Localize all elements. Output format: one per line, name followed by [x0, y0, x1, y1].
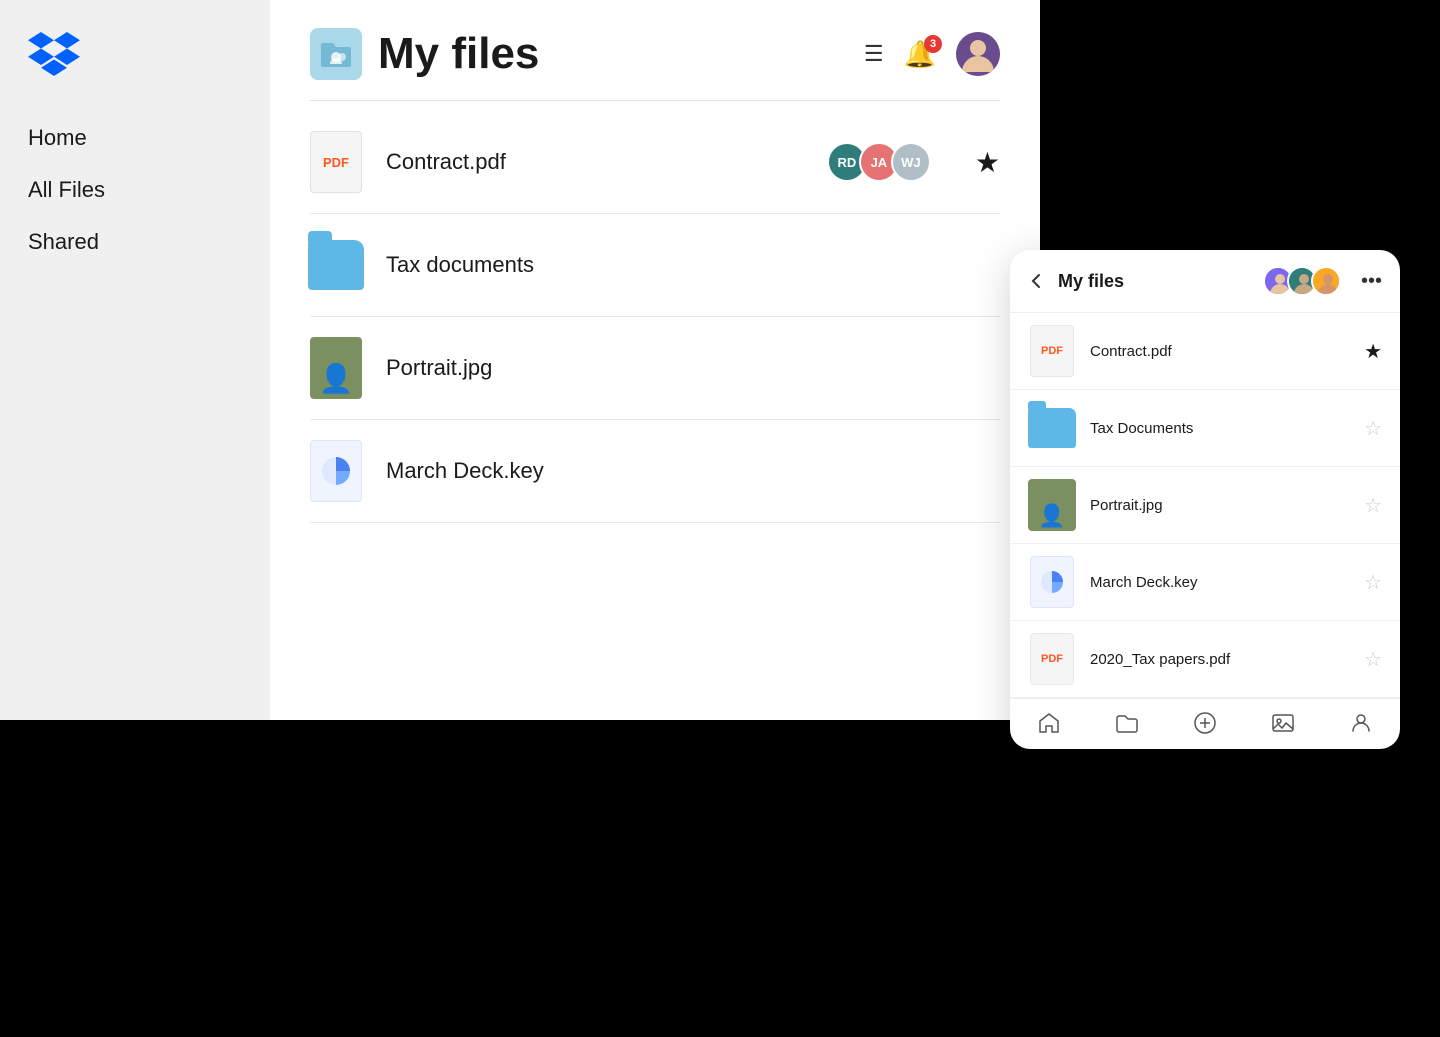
- file-name-contract: Contract.pdf: [386, 149, 803, 175]
- keynote-icon-box: [310, 440, 362, 502]
- panel-file-item-2020-tax[interactable]: PDF 2020_Tax papers.pdf ☆: [1010, 621, 1400, 698]
- file-icon-keynote: [310, 440, 362, 502]
- file-icon-folder: [310, 234, 362, 296]
- star-button-contract[interactable]: ★: [975, 146, 1000, 179]
- page-header: My files ☰ 🔔 3: [310, 0, 1000, 101]
- avatar-image: [956, 32, 1000, 76]
- file-list: PDF Contract.pdf RD JA WJ ★ Tax document…: [310, 111, 1000, 523]
- panel-back-button[interactable]: [1028, 272, 1046, 290]
- panel-header: My files: [1010, 250, 1400, 313]
- panel-file-icon-folder-tax: [1028, 404, 1076, 452]
- notification-badge: 3: [924, 35, 942, 53]
- panel-star-button-contract[interactable]: ★: [1364, 339, 1382, 364]
- portrait-thumbnail: [310, 337, 362, 399]
- panel-file-item-contract[interactable]: PDF Contract.pdf ★: [1010, 313, 1400, 390]
- panel-file-name-march-deck: March Deck.key: [1090, 574, 1350, 591]
- panel-file-name-2020-tax: 2020_Tax papers.pdf: [1090, 651, 1350, 668]
- sidebar-nav: Home All Files Shared: [28, 121, 242, 277]
- panel-star-button-2020-tax[interactable]: ☆: [1364, 647, 1382, 672]
- panel-file-name-portrait: Portrait.jpg: [1090, 497, 1350, 514]
- panel-file-name-tax: Tax Documents: [1090, 420, 1350, 437]
- panel-file-icon-keynote-march: [1028, 558, 1076, 606]
- panel-file-icon-pdf-2020-tax: PDF: [1028, 635, 1076, 683]
- sidebar: Home All Files Shared: [0, 0, 270, 720]
- panel-pdf-label-contract: PDF: [1041, 345, 1063, 357]
- shared-folder-svg: [319, 39, 353, 69]
- panel-bottom-nav: [1010, 698, 1400, 749]
- main-content: My files ☰ 🔔 3 PDF: [270, 0, 1040, 720]
- page-title: My files: [378, 29, 539, 79]
- bottom-nav-home[interactable]: [1037, 711, 1061, 735]
- panel-portrait-thumbnail: [1028, 479, 1076, 531]
- sidebar-item-home[interactable]: Home: [28, 121, 242, 155]
- panel-file-name-contract: Contract.pdf: [1090, 343, 1350, 360]
- panel-pdf-label-2020-tax: PDF: [1041, 653, 1063, 665]
- panel-pdf-icon-box-contract: PDF: [1030, 325, 1074, 377]
- mobile-panel: My files: [1010, 250, 1400, 749]
- folder-nav-icon: [1115, 711, 1139, 735]
- bottom-nav-folder[interactable]: [1115, 711, 1139, 735]
- panel-pdf-icon-box-2020-tax: PDF: [1030, 633, 1074, 685]
- bottom-nav-add[interactable]: [1193, 711, 1217, 735]
- bottom-nav-media[interactable]: [1271, 711, 1295, 735]
- folder-icon-tax: [308, 240, 364, 290]
- sidebar-item-all-files[interactable]: All Files: [28, 173, 242, 207]
- add-nav-icon: [1193, 711, 1217, 735]
- file-item-tax-documents[interactable]: Tax documents: [310, 214, 1000, 317]
- media-nav-icon: [1271, 711, 1295, 735]
- header-left: My files: [310, 28, 539, 80]
- panel-keynote-icon-box: [1030, 556, 1074, 608]
- profile-nav-icon: [1349, 711, 1373, 735]
- shared-avatars-contract: RD JA WJ: [827, 142, 931, 182]
- panel-star-button-march-deck[interactable]: ☆: [1364, 570, 1382, 595]
- panel-avatar-3: [1311, 266, 1341, 296]
- file-item-march-deck[interactable]: March Deck.key: [310, 420, 1000, 523]
- panel-file-list: PDF Contract.pdf ★ Tax Documents ☆ Portr…: [1010, 313, 1400, 698]
- hamburger-icon[interactable]: ☰: [864, 41, 884, 67]
- file-item-portrait[interactable]: Portrait.jpg: [310, 317, 1000, 420]
- folder-header-icon: [310, 28, 362, 80]
- dropbox-logo-icon: [28, 32, 80, 76]
- user-avatar[interactable]: [956, 32, 1000, 76]
- dropbox-logo-container: [28, 32, 242, 81]
- panel-more-button[interactable]: •••: [1361, 270, 1382, 293]
- home-nav-icon: [1037, 711, 1061, 735]
- header-actions: ☰ 🔔 3: [864, 32, 1000, 76]
- file-icon-pdf: PDF: [310, 131, 362, 193]
- panel-avatar-3-img: [1313, 268, 1341, 296]
- panel-file-item-march-deck[interactable]: March Deck.key ☆: [1010, 544, 1400, 621]
- file-name-march-deck: March Deck.key: [386, 458, 1000, 484]
- panel-shared-avatars: [1263, 266, 1341, 296]
- bottom-nav-profile[interactable]: [1349, 711, 1373, 735]
- pdf-label: PDF: [323, 155, 349, 170]
- panel-folder-icon-tax: [1028, 408, 1076, 448]
- file-name-portrait: Portrait.jpg: [386, 355, 1000, 381]
- pie-chart-icon: [319, 454, 353, 488]
- panel-pie-chart-icon: [1038, 568, 1066, 596]
- panel-file-icon-pdf-contract: PDF: [1028, 327, 1076, 375]
- panel-title: My files: [1058, 271, 1251, 292]
- panel-file-item-tax[interactable]: Tax Documents ☆: [1010, 390, 1400, 467]
- sidebar-item-shared[interactable]: Shared: [28, 225, 242, 259]
- panel-file-icon-image-portrait: [1028, 481, 1076, 529]
- panel-star-button-portrait[interactable]: ☆: [1364, 493, 1382, 518]
- file-name-tax: Tax documents: [386, 252, 1000, 278]
- panel-file-item-portrait[interactable]: Portrait.jpg ☆: [1010, 467, 1400, 544]
- panel-star-button-tax[interactable]: ☆: [1364, 416, 1382, 441]
- shared-avatar-wj: WJ: [891, 142, 931, 182]
- file-item-contract[interactable]: PDF Contract.pdf RD JA WJ ★: [310, 111, 1000, 214]
- pdf-icon-box: PDF: [310, 131, 362, 193]
- file-icon-image: [310, 337, 362, 399]
- back-arrow-icon: [1028, 272, 1046, 290]
- notifications-button[interactable]: 🔔 3: [904, 39, 936, 70]
